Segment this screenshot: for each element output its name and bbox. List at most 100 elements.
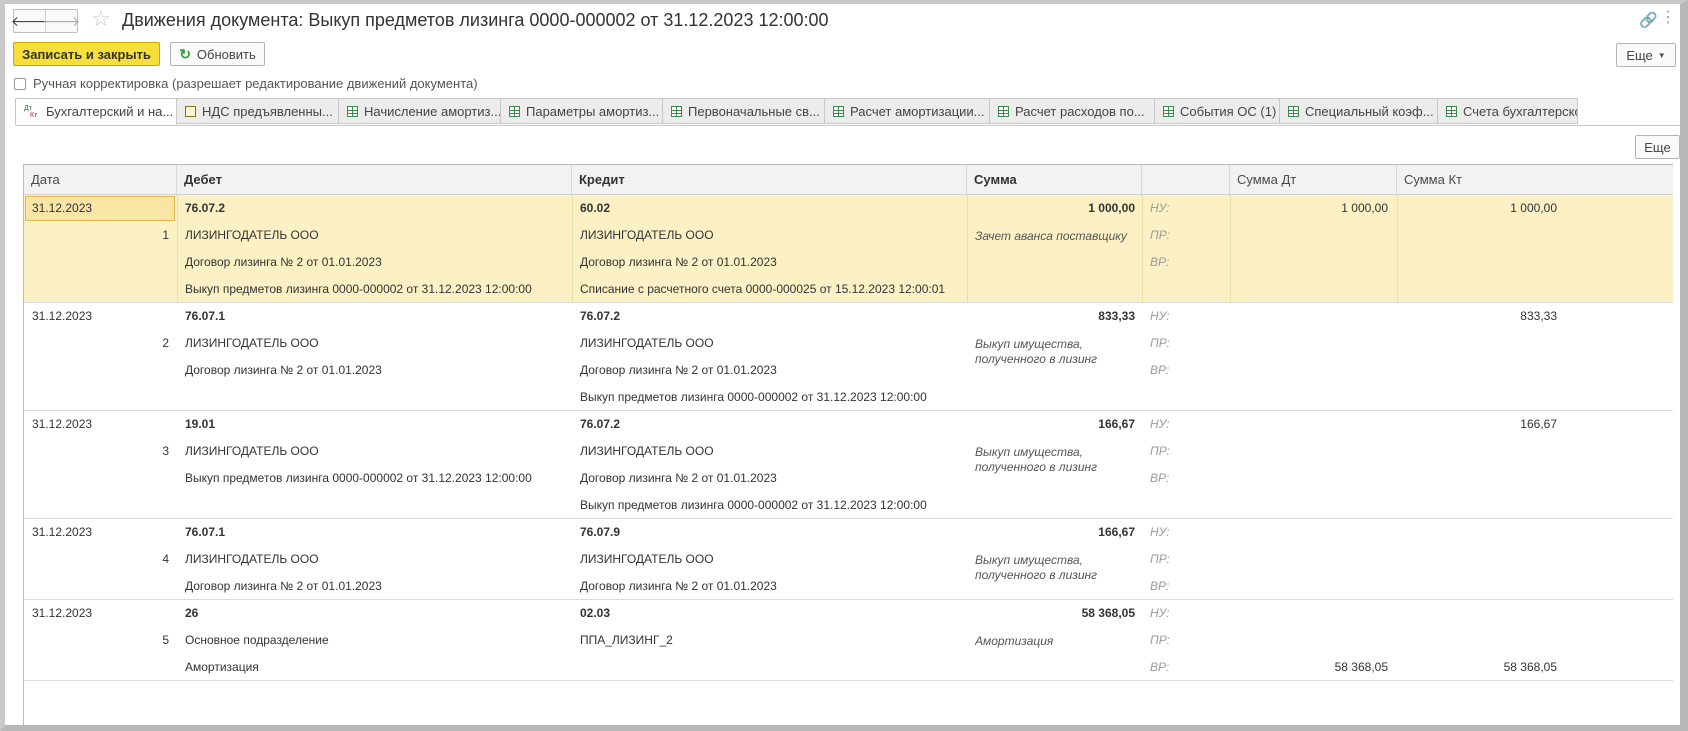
table-icon xyxy=(998,105,1009,117)
tab-label: Бухгалтерский и на... xyxy=(46,104,174,119)
header-sum[interactable]: Сумма xyxy=(967,165,1142,194)
table-row[interactable]: 31.12.2023 5 26 Основное подразделение Аморт… xyxy=(24,600,1673,681)
cell-debit[interactable]: 19.01 xyxy=(185,411,570,438)
cell-accounting-type: НУ: xyxy=(1150,417,1170,431)
link-icon[interactable]: 🔗 xyxy=(1639,11,1658,29)
cell-debit[interactable]: Договор лизинга № 2 от 01.01.2023 xyxy=(185,357,570,384)
cell-sum[interactable]: 58 368,05 xyxy=(970,600,1135,627)
cell-debit[interactable]: ЛИЗИНГОДАТЕЛЬ ООО xyxy=(185,438,570,465)
more-menu-icon[interactable]: ⋮ xyxy=(1660,7,1676,27)
cell-credit[interactable]: ЛИЗИНГОДАТЕЛЬ ООО xyxy=(580,546,965,573)
cell-debit[interactable]: 76.07.1 xyxy=(185,519,570,546)
header-sum-dt[interactable]: Сумма Дт xyxy=(1230,165,1397,194)
save-and-close-button[interactable]: Записать и закрыть xyxy=(13,42,160,66)
tab-1[interactable]: Дт Кт Бухгалтерский и на... xyxy=(15,98,177,125)
cell-credit[interactable]: Выкуп предметов лизинга 0000-000002 от 3… xyxy=(580,492,965,519)
cell-credit[interactable]: Договор лизинга № 2 от 01.01.2023 xyxy=(580,465,965,492)
grid-more-button[interactable]: Еще xyxy=(1635,135,1680,159)
table-row[interactable]: 31.12.2023 4 76.07.1 ЛИЗИНГОДАТЕЛЬ ООО Догов… xyxy=(24,519,1673,600)
tab-6[interactable]: Расчет амортизации... xyxy=(825,98,990,124)
cell-sum-dt[interactable]: 58 368,05 xyxy=(1232,654,1388,681)
manual-correction-label[interactable]: Ручная корректировка (разрешает редактир… xyxy=(33,76,478,91)
cell-debit[interactable]: Выкуп предметов лизинга 0000-000002 от 3… xyxy=(185,276,570,303)
cell-date[interactable]: 31.12.2023 xyxy=(32,519,172,546)
cell-date[interactable]: 31.12.2023 xyxy=(32,303,172,330)
cell-content[interactable]: Выкуп имущества, полученного в лизинг xyxy=(975,546,1135,583)
cell-debit[interactable]: 26 xyxy=(185,600,570,627)
tab-5[interactable]: Первоначальные св... xyxy=(663,98,825,124)
manual-correction-checkbox[interactable] xyxy=(14,77,26,90)
tab-7[interactable]: Расчет расходов по... xyxy=(990,98,1155,124)
cell-debit[interactable]: 76.07.1 xyxy=(185,303,570,330)
cell-debit[interactable]: 76.07.2 xyxy=(185,195,570,222)
header-credit[interactable]: Кредит xyxy=(572,165,967,194)
cell-date[interactable]: 31.12.2023 xyxy=(32,411,172,438)
more-actions-button[interactable]: Еще ▼ xyxy=(1616,43,1676,67)
cell-credit[interactable]: ППА_ЛИЗИНГ_2 xyxy=(580,627,965,654)
tab-8[interactable]: События ОС (1) xyxy=(1155,98,1280,124)
cell-sum[interactable]: 166,67 xyxy=(970,411,1135,438)
table-row[interactable]: 31.12.2023 3 19.01 ЛИЗИНГОДАТЕЛЬ ООО Выкуп п… xyxy=(24,411,1673,519)
cell-debit[interactable]: Договор лизинга № 2 от 01.01.2023 xyxy=(185,249,570,276)
cell-sum-kt[interactable]: 166,67 xyxy=(1399,411,1557,438)
cell-content[interactable]: Выкуп имущества, полученного в лизинг xyxy=(975,438,1135,475)
cell-credit[interactable]: ЛИЗИНГОДАТЕЛЬ ООО xyxy=(580,438,965,465)
favorite-star-icon[interactable]: ☆ xyxy=(91,7,111,31)
column-separator xyxy=(572,195,573,303)
cell-sum-kt[interactable]: 1 000,00 xyxy=(1399,195,1557,222)
table-row[interactable]: 31.12.2023 2 76.07.1 ЛИЗИНГОДАТЕЛЬ ООО Догов… xyxy=(24,303,1673,411)
cell-sum[interactable]: 1 000,00 xyxy=(970,195,1135,222)
cell-line-number: 1 xyxy=(162,228,169,242)
header-date[interactable]: Дата xyxy=(24,165,177,194)
cell-credit[interactable]: Выкуп предметов лизинга 0000-000002 от 3… xyxy=(580,384,965,411)
header-sum-kt[interactable]: Сумма Кт xyxy=(1397,165,1673,194)
cell-accounting-type: НУ: xyxy=(1150,606,1170,620)
cell-sum[interactable]: 833,33 xyxy=(970,303,1135,330)
cell-sum-kt[interactable]: 58 368,05 xyxy=(1399,654,1557,681)
cell-credit[interactable]: 02.03 xyxy=(580,600,965,627)
refresh-button[interactable]: ↻ Обновить xyxy=(170,42,265,66)
cell-debit[interactable]: ЛИЗИНГОДАТЕЛЬ ООО xyxy=(185,330,570,357)
tab-10[interactable]: Счета бухгалтерско xyxy=(1438,98,1578,124)
column-separator xyxy=(177,195,178,303)
header-debit[interactable]: Дебет xyxy=(177,165,572,194)
cell-credit[interactable]: Договор лизинга № 2 от 01.01.2023 xyxy=(580,249,965,276)
cell-sum-kt[interactable]: 833,33 xyxy=(1399,303,1557,330)
cell-debit[interactable]: Основное подразделение xyxy=(185,627,570,654)
tab-3[interactable]: Начисление амортиз... xyxy=(339,98,501,124)
cell-debit[interactable]: Амортизация xyxy=(185,654,570,681)
cell-debit[interactable]: Выкуп предметов лизинга 0000-000002 от 3… xyxy=(185,465,570,492)
cell-credit[interactable]: Списание с расчетного счета 0000-000025 … xyxy=(580,276,965,303)
cell-credit[interactable]: ЛИЗИНГОДАТЕЛЬ ООО xyxy=(580,222,965,249)
back-arrow-icon[interactable]: 🡐 xyxy=(11,10,48,32)
cell-sum-dt[interactable]: 1 000,00 xyxy=(1232,195,1388,222)
cell-content[interactable]: Зачет аванса поставщику xyxy=(975,222,1135,244)
cell-date[interactable]: 31.12.2023 xyxy=(32,195,172,222)
tab-2[interactable]: НДС предъявленны... xyxy=(177,98,339,124)
cell-debit[interactable]: Договор лизинга № 2 от 01.01.2023 xyxy=(185,573,570,600)
cell-date[interactable]: 31.12.2023 xyxy=(32,600,172,627)
cell-credit[interactable]: ЛИЗИНГОДАТЕЛЬ ООО xyxy=(580,330,965,357)
table-row[interactable]: 31.12.2023 1 76.07.2 ЛИЗИНГОДАТЕЛЬ ООО Догов… xyxy=(24,195,1673,303)
column-separator xyxy=(1397,195,1398,303)
cell-debit[interactable]: ЛИЗИНГОДАТЕЛЬ ООО xyxy=(185,222,570,249)
cell-credit[interactable]: 60.02 xyxy=(580,195,965,222)
cell-sum[interactable]: 166,67 xyxy=(970,519,1135,546)
tab-4[interactable]: Параметры амортиз... xyxy=(501,98,663,124)
cell-credit[interactable]: 76.07.9 xyxy=(580,519,965,546)
cell-credit[interactable]: Договор лизинга № 2 от 01.01.2023 xyxy=(580,573,965,600)
table-icon xyxy=(1446,105,1457,117)
header-blank xyxy=(1142,165,1230,194)
cell-accounting-type: ВР: xyxy=(1150,660,1170,674)
cell-credit[interactable]: 76.07.2 xyxy=(580,411,965,438)
navigation-buttons: 🡐 🡒 xyxy=(11,9,81,33)
cell-debit[interactable]: ЛИЗИНГОДАТЕЛЬ ООО xyxy=(185,546,570,573)
cell-credit[interactable]: Договор лизинга № 2 от 01.01.2023 xyxy=(580,357,965,384)
tab-9[interactable]: Специальный коэф... xyxy=(1280,98,1438,124)
cell-content[interactable]: Амортизация xyxy=(975,627,1135,649)
cell-content[interactable]: Выкуп имущества, полученного в лизинг xyxy=(975,330,1135,367)
cell-line-number: 2 xyxy=(162,336,169,350)
cell-credit[interactable]: 76.07.2 xyxy=(580,303,965,330)
cell-line-number: 3 xyxy=(162,444,169,458)
forward-arrow-icon[interactable]: 🡒 xyxy=(43,10,81,32)
